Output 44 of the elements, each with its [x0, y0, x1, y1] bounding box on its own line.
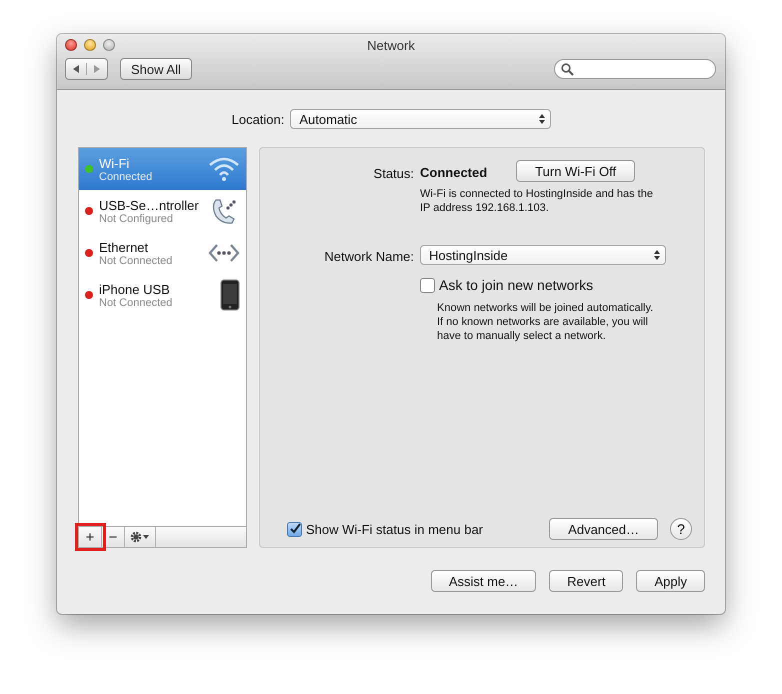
- footer-button[interactable]: Assist me…: [430, 570, 536, 592]
- checkbox-label: Ask to join new networks: [439, 277, 594, 293]
- status-description: Wi-Fi is connected to HostingInside and has the IP address 192.168.1.103.: [420, 187, 654, 215]
- checkbox-label: Show Wi-Fi status in menu bar: [306, 522, 484, 536]
- status-label: Status:: [372, 165, 414, 181]
- search-icon: [561, 62, 574, 76]
- navigation-buttons[interactable]: [65, 58, 108, 80]
- show-all-button[interactable]: Show All: [120, 58, 192, 80]
- minimize-button[interactable]: [84, 39, 96, 51]
- service-item[interactable]: USB-Se…ntroller Not Configured: [79, 190, 246, 232]
- service-name: Ethernet: [99, 240, 150, 254]
- footer-button[interactable]: Revert: [549, 570, 624, 592]
- service-status: Not Configured: [99, 212, 174, 224]
- help-button[interactable]: ?: [670, 518, 692, 540]
- advanced-button[interactable]: Advanced…: [549, 518, 658, 540]
- service-name: Wi-Fi: [99, 156, 130, 170]
- location-dropdown[interactable]: Automatic: [290, 109, 552, 129]
- gear-icon: [130, 531, 150, 543]
- search-field[interactable]: [554, 59, 716, 79]
- wifi-icon: [208, 155, 240, 183]
- service-status: Not Connected: [99, 254, 174, 266]
- service-item[interactable]: Ethernet Not Connected: [79, 232, 246, 274]
- location-label: Location:: [232, 112, 284, 126]
- service-name: USB-Se…ntroller: [99, 198, 200, 212]
- footer-button[interactable]: Apply: [636, 570, 705, 592]
- close-button[interactable]: [65, 39, 77, 51]
- stepper-arrows-icon: [539, 114, 546, 124]
- checkbox[interactable]: [420, 278, 435, 292]
- checkbox[interactable]: [287, 522, 302, 536]
- stepper-arrows-icon: [654, 250, 660, 260]
- phone-device-icon: [220, 279, 240, 311]
- status-value: Connected: [420, 164, 488, 180]
- ethernet-icon: [208, 242, 240, 264]
- network-dropdown[interactable]: HostingInside: [420, 245, 666, 265]
- remove-button[interactable]: −: [102, 527, 125, 547]
- service-name: iPhone USB: [99, 282, 171, 296]
- service-status: Not Connected: [99, 296, 174, 308]
- service-item[interactable]: iPhone USB Not Connected: [79, 274, 246, 316]
- zoom-button[interactable]: [103, 39, 115, 51]
- window-title: Network: [367, 38, 415, 53]
- service-status: Connected: [99, 170, 154, 182]
- turn-off-button[interactable]: Turn Wi-Fi Off: [516, 160, 636, 182]
- ask-description: Known networks will be joined automatically. If no known networks are available, you will have to manually select a network.: [436, 301, 654, 343]
- network-name-label: Network Name:: [323, 248, 414, 264]
